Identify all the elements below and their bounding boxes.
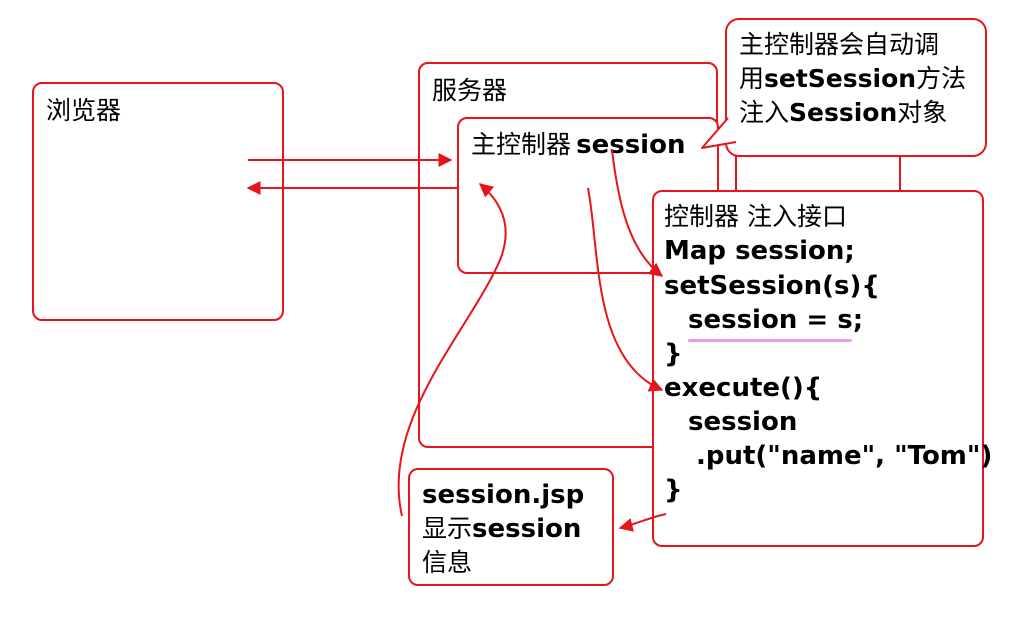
code-line-8: } — [664, 475, 683, 505]
jsp-filename: session.jsp — [422, 480, 585, 510]
code-line-2: setSession(s){ — [664, 271, 880, 301]
controller-title: 控制器 注入接口 — [664, 202, 847, 231]
jsp-box: session.jsp 显示session 信息 — [408, 468, 614, 586]
code-line-7: .put("name", "Tom") — [696, 441, 993, 471]
controller-box: 控制器 注入接口 Map session; setSession(s){ ses… — [652, 190, 992, 547]
code-line-6: session — [688, 407, 798, 437]
callout-tail — [701, 117, 737, 149]
callout-line-2: 用setSession方法 — [739, 64, 967, 93]
code-line-5: execute(){ — [664, 373, 823, 403]
code-line-3: session = s; — [688, 305, 864, 335]
assignment-highlight — [688, 339, 852, 342]
jsp-line-3: 信息 — [422, 548, 473, 577]
jsp-line-2: 显示session — [422, 514, 582, 544]
code-line-1: Map session; — [664, 236, 855, 266]
callout-line-1: 主控制器会自动调 — [739, 30, 940, 59]
callout-line-3: 注入Session对象 — [739, 98, 948, 127]
callout-bubble: 主控制器会自动调 用setSession方法 注入Session对象 — [725, 18, 987, 157]
code-line-4: } — [664, 339, 683, 369]
